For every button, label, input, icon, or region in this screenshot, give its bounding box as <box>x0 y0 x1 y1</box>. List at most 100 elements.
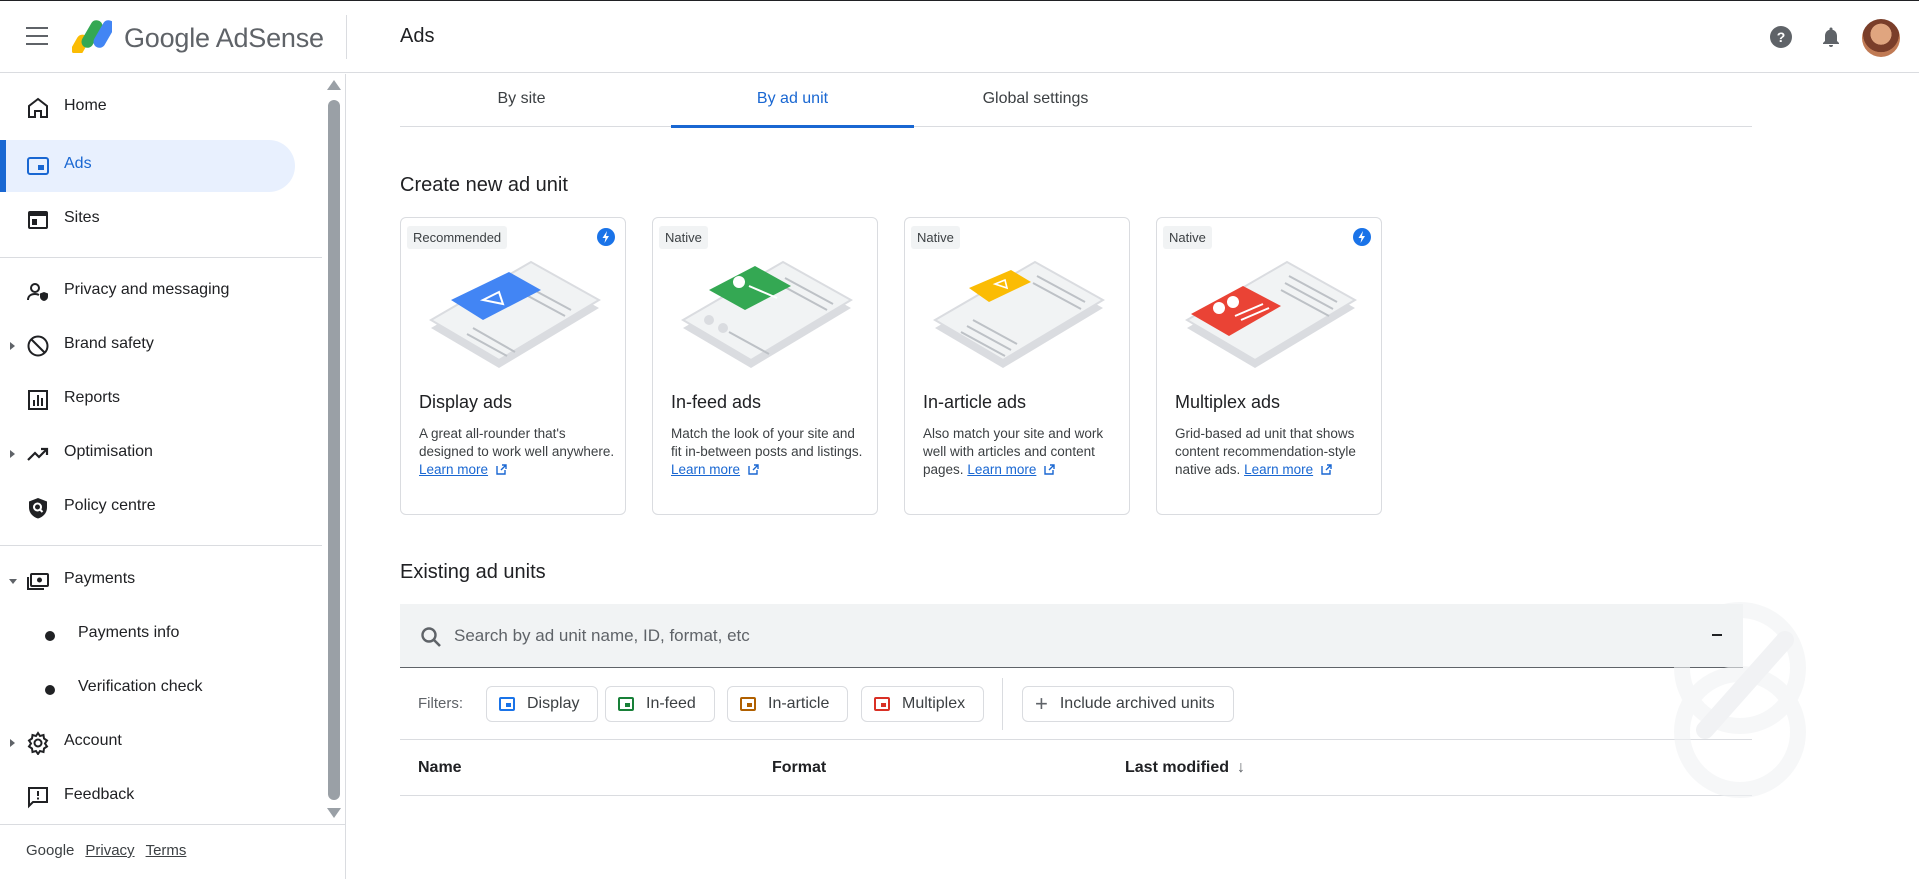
footer-terms-link[interactable]: Terms <box>146 842 187 859</box>
expand-caret-icon[interactable] <box>10 739 15 747</box>
tab-global-settings[interactable]: Global settings <box>914 74 1157 127</box>
sidebar-item-payments[interactable]: Payments <box>0 555 295 607</box>
search-input[interactable] <box>454 621 1354 651</box>
sidebar-item-optimisation[interactable]: Optimisation <box>0 428 295 480</box>
learn-more-link[interactable]: Learn more <box>671 462 759 477</box>
search-icon <box>421 627 441 647</box>
bell-icon[interactable] <box>1819 25 1843 49</box>
learn-more-link[interactable]: Learn more <box>419 462 507 477</box>
display-format-icon <box>499 697 515 711</box>
help-icon[interactable]: ? <box>1769 25 1793 49</box>
scroll-up-arrow-icon[interactable] <box>327 80 341 90</box>
scroll-down-arrow-icon[interactable] <box>327 808 341 818</box>
filters-bar: Filters: Display In-feed In-article Mult… <box>400 668 1752 740</box>
sidebar-item-label: Payments <box>64 570 136 587</box>
sidebar-item-label: Feedback <box>64 786 135 803</box>
feedback-icon <box>28 787 48 809</box>
sidebar-item-brand-safety[interactable]: Brand safety <box>0 320 295 372</box>
card-description: A great all-rounder that's designed to w… <box>419 426 615 477</box>
card-badge: Native <box>1163 226 1212 249</box>
header-divider <box>346 15 347 59</box>
table-header: Name Format Last modified ↓ <box>400 740 1752 796</box>
column-header-format[interactable]: Format <box>772 759 826 777</box>
external-link-icon <box>1044 464 1056 475</box>
card-title: Display ads <box>419 392 513 412</box>
menu-icon[interactable] <box>26 27 50 47</box>
expand-caret-icon[interactable] <box>10 342 15 350</box>
sort-arrow-down-icon: ↓ <box>1237 759 1246 776</box>
sidebar-item-label: Home <box>64 97 107 114</box>
brand-name: Google AdSense <box>124 23 324 53</box>
card-title: Multiplex ads <box>1175 392 1281 412</box>
column-header-name[interactable]: Name <box>418 759 462 777</box>
card-title: In-feed ads <box>671 392 762 412</box>
multiplex-format-icon <box>874 697 890 711</box>
external-link-icon <box>496 464 507 475</box>
card-badge: Recommended <box>407 226 508 249</box>
filter-chip-in-feed[interactable]: In-feed <box>605 686 715 722</box>
sidebar-item-ads[interactable]: Ads <box>0 140 295 192</box>
external-link-icon <box>1321 464 1332 475</box>
chip-label: Include archived units <box>1059 695 1215 712</box>
filter-chip-display[interactable]: Display <box>486 686 599 722</box>
chip-label: Multiplex <box>902 695 966 712</box>
sidebar-item-label: Optimisation <box>64 443 153 460</box>
tab-by-site[interactable]: By site <box>400 74 643 127</box>
card-multiplex-ads[interactable]: Native Multiplex ads Grid-based ad unit … <box>1156 217 1382 515</box>
bolt-icon <box>1353 228 1371 246</box>
footer-divider <box>0 824 346 825</box>
sidebar-footer: Google Privacy Terms <box>26 842 186 859</box>
column-header-last-modified[interactable]: Last modified ↓ <box>1125 759 1245 777</box>
expand-caret-icon[interactable] <box>10 450 15 458</box>
sidebar-item-verification-check[interactable]: Verification check <box>0 663 295 715</box>
page-title: Ads <box>400 25 435 47</box>
sidebar-item-label: Ads <box>64 155 92 172</box>
filter-chip-multiplex[interactable]: Multiplex <box>861 686 985 722</box>
card-description: Grid-based ad unit that shows content re… <box>1175 426 1356 477</box>
tab-by-ad-unit[interactable]: By ad unit <box>671 74 914 128</box>
sidebar-item-label: Reports <box>64 389 121 406</box>
sidebar-item-privacy[interactable]: Privacy and messaging <box>0 266 295 318</box>
sidebar-item-account[interactable]: Account <box>0 717 295 769</box>
learn-more-link[interactable]: Learn more <box>967 462 1056 477</box>
card-badge: Native <box>659 226 708 249</box>
avatar[interactable] <box>1862 19 1900 57</box>
sidebar-item-policy-centre[interactable]: Policy centre <box>0 482 295 534</box>
block-icon <box>27 335 49 357</box>
sidebar-item-payments-info[interactable]: Payments info <box>0 609 295 661</box>
card-badge: Native <box>911 226 960 249</box>
chip-label: Display <box>527 695 580 712</box>
sidebar-item-reports[interactable]: Reports <box>0 374 295 426</box>
card-in-feed-ads[interactable]: Native In-feed ads Match the look of you… <box>652 217 878 515</box>
payments-icon <box>27 573 49 590</box>
chip-label: In-feed <box>646 695 696 712</box>
sidebar-divider <box>0 257 322 258</box>
top-header: Google AdSense Ads ? <box>0 0 1919 73</box>
sidebar-scrollbar-thumb[interactable] <box>328 100 340 800</box>
plus-icon: + <box>1035 691 1048 716</box>
sidebar: Home Ads Sites Privacy and messaging Bra… <box>0 74 346 879</box>
sidebar-item-label: Policy centre <box>64 497 156 514</box>
card-in-article-ads[interactable]: Native In-article ads Also match your si… <box>904 217 1130 515</box>
in-feed-format-icon <box>618 697 634 711</box>
adsense-logo[interactable] <box>72 19 112 53</box>
footer-privacy-link[interactable]: Privacy <box>85 842 134 859</box>
sidebar-item-label: Privacy and messaging <box>64 281 230 298</box>
card-display-ads[interactable]: Recommended Display ads A great all-roun… <box>400 217 626 515</box>
existing-section-title: Existing ad units <box>400 561 546 583</box>
filter-chip-in-article[interactable]: In-article <box>727 686 849 722</box>
multiplex-ads-illustration <box>1185 260 1357 368</box>
learn-more-link[interactable]: Learn more <box>1244 462 1332 477</box>
sidebar-item-feedback[interactable]: Feedback <box>0 771 295 823</box>
include-archived-chip[interactable]: + Include archived units <box>1022 686 1234 722</box>
collapse-caret-icon[interactable] <box>9 579 17 584</box>
in-article-format-icon <box>740 697 756 711</box>
sidebar-item-label: Sites <box>64 209 100 226</box>
shield-search-icon <box>29 498 47 519</box>
sidebar-item-label: Account <box>64 732 122 749</box>
bolt-icon <box>597 228 615 246</box>
sidebar-item-home[interactable]: Home <box>0 82 295 134</box>
gear-icon <box>27 731 49 755</box>
sidebar-item-sites[interactable]: Sites <box>0 194 295 246</box>
card-title: In-article ads <box>923 392 1027 412</box>
